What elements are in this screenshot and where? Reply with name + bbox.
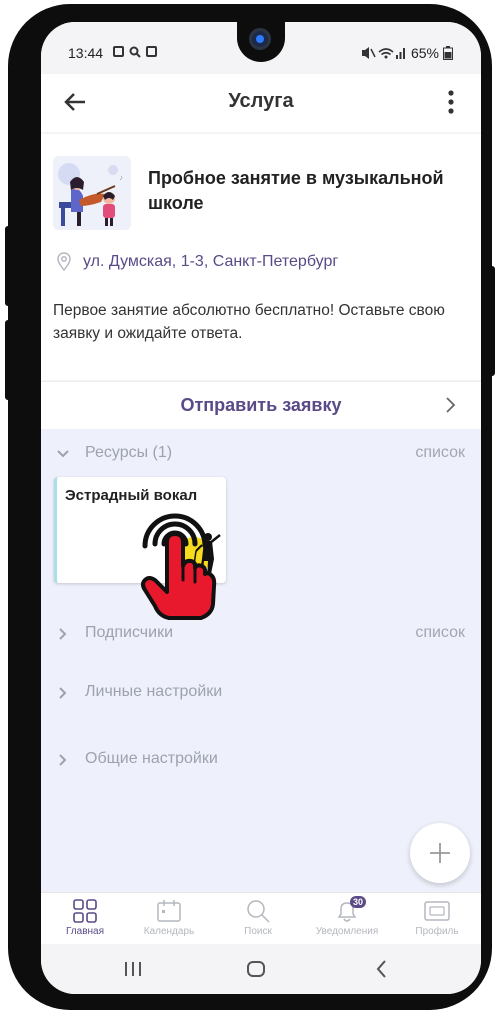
bottom-navigation: Главная Календарь Поиск 30 Уведомления П…	[41, 892, 481, 944]
section-general-settings[interactable]: Общие настройки	[41, 745, 481, 775]
battery-percent: 65%	[410, 45, 439, 61]
system-navigation-bar	[41, 944, 481, 994]
page-title: Услуга	[228, 90, 294, 112]
chevron-right-icon	[446, 397, 456, 413]
section-personal-settings[interactable]: Личные настройки	[41, 678, 481, 708]
notifications-badge: 30	[350, 896, 367, 908]
add-button[interactable]	[410, 823, 470, 883]
section-resources[interactable]: Ресурсы (1) список	[41, 439, 481, 469]
chevron-right-icon	[59, 628, 67, 640]
nav-item-search[interactable]: Поиск	[214, 899, 302, 937]
section-subscribers-label: Подписчики	[85, 624, 174, 641]
service-description: Первое занятие абсолютно бесплатно! Оста…	[53, 302, 445, 342]
chevron-right-icon	[59, 687, 67, 699]
front-camera	[237, 22, 285, 62]
location-pin-icon	[57, 252, 71, 272]
nav-label-calendar: Календарь	[143, 926, 195, 937]
profile-card-icon	[424, 901, 450, 921]
nav-label-home: Главная	[65, 926, 105, 937]
resources-list-link[interactable]: список	[415, 444, 465, 462]
screen: 13:44 65% Услуга ♪ Пробное занятие в муз…	[41, 22, 481, 994]
nav-item-notifications[interactable]: 30 Уведомления	[303, 896, 391, 937]
send-request-label: Отправить заявку	[180, 395, 342, 415]
app-notification-icon	[146, 46, 157, 57]
svg-text:♪: ♪	[119, 173, 123, 182]
volume-button-lower	[5, 320, 11, 400]
search-notification-icon	[129, 46, 141, 58]
nav-label-notifications: Уведомления	[315, 926, 379, 937]
nav-item-profile[interactable]: Профиль	[393, 899, 481, 937]
plus-icon	[430, 843, 450, 863]
calendar-icon	[157, 900, 181, 922]
connectivity-icons	[361, 47, 405, 59]
section-personal-settings-label: Личные настройки	[85, 683, 223, 700]
music-lesson-illustration: ♪	[53, 156, 131, 230]
chevron-right-icon	[59, 754, 67, 766]
status-bar: 13:44 65%	[41, 22, 481, 80]
send-request-button[interactable]: Отправить заявку	[41, 381, 481, 429]
system-back-icon[interactable]	[371, 958, 393, 980]
power-button	[489, 266, 495, 376]
section-general-settings-label: Общие настройки	[85, 750, 218, 767]
nav-label-profile: Профиль	[415, 926, 459, 937]
phone-frame: 13:44 65% Услуга ♪ Пробное занятие в муз…	[5, 4, 495, 1010]
battery-icon	[443, 46, 453, 60]
home-button-icon[interactable]	[245, 958, 267, 980]
chevron-down-icon	[57, 450, 69, 458]
status-right: 65%	[361, 45, 453, 61]
section-subscribers[interactable]: Подписчики список	[41, 619, 481, 649]
service-address[interactable]: ул. Думская, 1-3, Санкт-Петербург	[57, 252, 338, 272]
section-resources-label: Ресурсы (1)	[85, 444, 173, 461]
address-text: ул. Думская, 1-3, Санкт-Петербург	[83, 253, 339, 270]
recent-apps-icon[interactable]	[122, 958, 144, 980]
subscribers-list-link[interactable]: список	[415, 624, 465, 642]
status-time: 13:44	[68, 45, 104, 61]
service-card: ♪ Пробное занятие в музыкальной школе ул…	[41, 134, 481, 380]
app-bar: Услуга	[41, 74, 481, 132]
image-notification-icon	[113, 46, 124, 57]
tap-gesture-icon	[141, 513, 217, 620]
more-options-icon[interactable]	[441, 88, 461, 116]
search-icon	[247, 900, 270, 923]
nav-label-search: Поиск	[244, 926, 272, 937]
nav-item-calendar[interactable]: Календарь	[125, 899, 213, 937]
status-notification-icons	[113, 46, 157, 58]
grid-icon	[73, 899, 97, 923]
nav-item-home[interactable]: Главная	[41, 899, 129, 937]
volume-button	[5, 226, 11, 306]
service-title: Пробное занятие в музыкальной школе	[148, 168, 444, 213]
